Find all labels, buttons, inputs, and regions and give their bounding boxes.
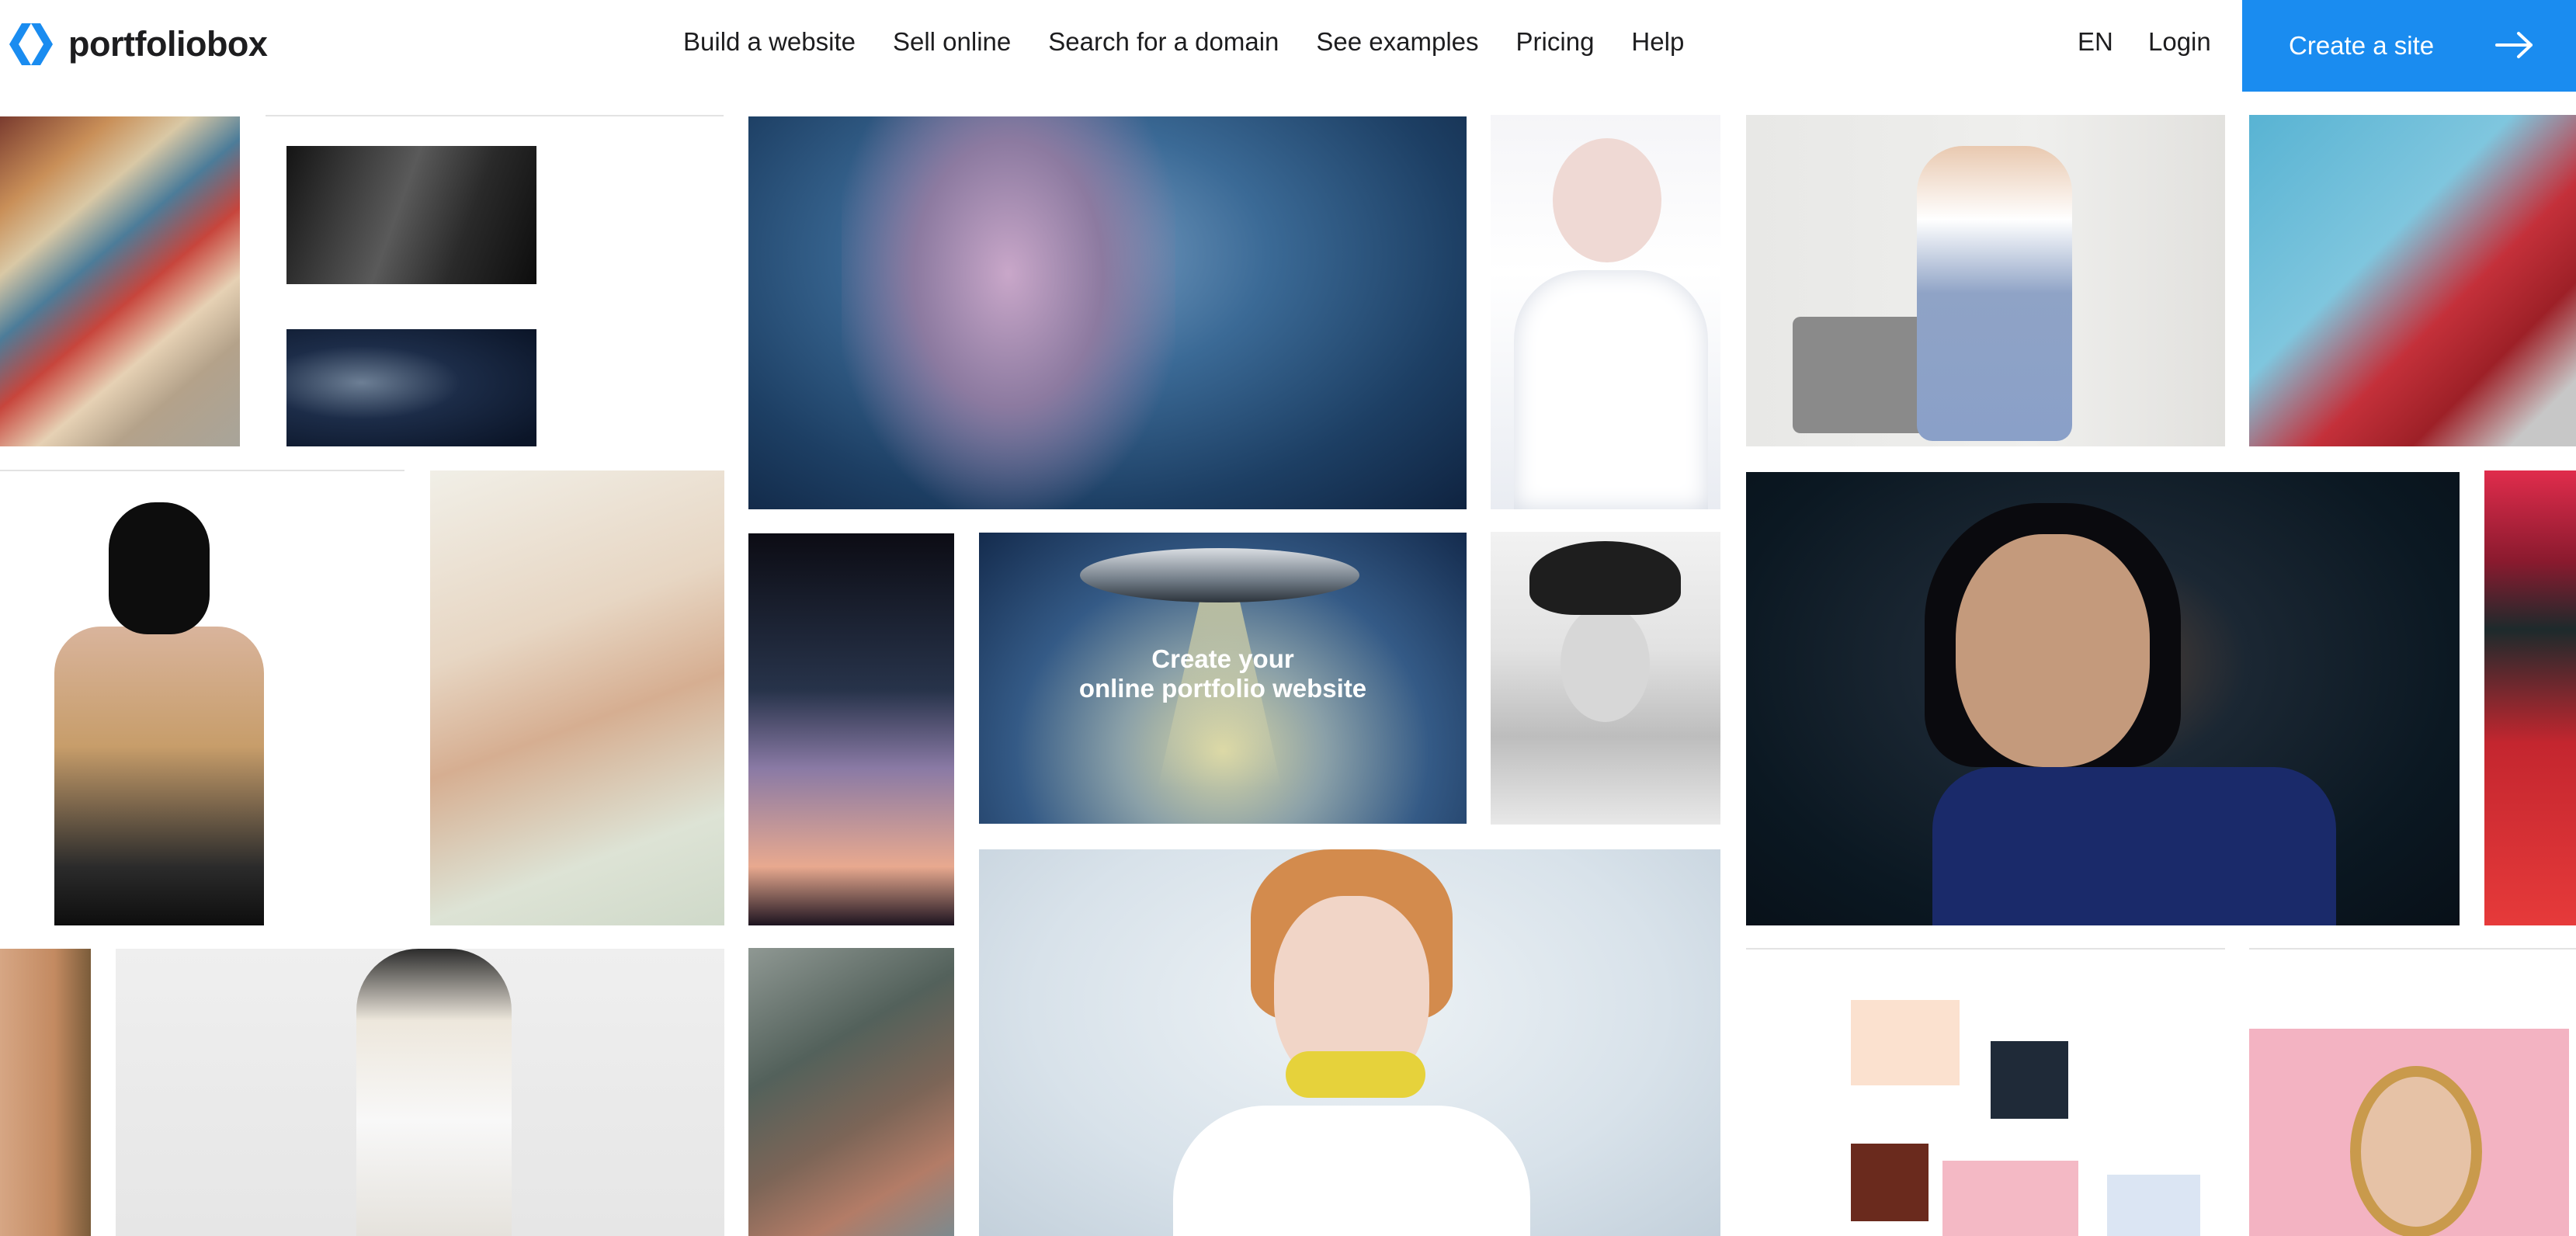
nav-sell-online[interactable]: Sell online — [893, 27, 1011, 57]
arrow-right-icon — [2495, 32, 2533, 58]
gallery-site-preview-mirror[interactable] — [2249, 948, 2576, 1236]
nav-see-examples[interactable]: See examples — [1316, 27, 1478, 57]
gallery-image-masked-model[interactable] — [0, 470, 404, 925]
hero-title: Create your online portfolio website — [979, 644, 1467, 703]
nav-pricing[interactable]: Pricing — [1516, 27, 1595, 57]
illustration-thumb — [1851, 1144, 1929, 1221]
choker-shape — [1286, 1051, 1425, 1098]
torso-shape — [54, 627, 264, 925]
gallery-image-blonde-hat[interactable] — [1491, 532, 1720, 825]
illustration-thumb — [1991, 1041, 2068, 1119]
coat-shape — [1514, 270, 1708, 509]
face-shape — [1561, 606, 1650, 722]
head-shape — [109, 502, 210, 634]
login-link[interactable]: Login — [2148, 0, 2211, 84]
face-shape — [1956, 534, 2150, 767]
model-shape — [356, 949, 512, 1236]
hat-shape — [1529, 541, 1681, 615]
gallery-image-white-coat[interactable] — [1491, 115, 1720, 509]
figure-shape — [842, 116, 1175, 509]
nav-search-domain[interactable]: Search for a domain — [1048, 27, 1279, 57]
create-site-button[interactable]: Create a site — [2242, 0, 2576, 92]
language-selector[interactable]: EN — [2078, 0, 2113, 84]
gallery-image-neon[interactable] — [2484, 470, 2576, 925]
illustration-thumb — [2107, 1175, 2200, 1236]
hero-title-line1: Create your — [1151, 644, 1294, 673]
model-shape — [1917, 146, 2072, 441]
nav-build-website[interactable]: Build a website — [683, 27, 856, 57]
hand-mirror-shape — [2350, 1066, 2482, 1236]
preview-bw-image — [286, 146, 536, 284]
create-site-label: Create a site — [2289, 31, 2435, 60]
page: portfoliobox Build a website Sell online… — [0, 0, 2576, 1236]
illustration-thumb — [1942, 1161, 2078, 1236]
nav-help[interactable]: Help — [1631, 27, 1684, 57]
hero-ufo-tile[interactable]: Create your online portfolio website — [979, 533, 1467, 824]
gallery-image-photographer[interactable] — [748, 948, 954, 1236]
preview-blue-image — [286, 329, 536, 446]
gallery-site-preview-photo[interactable] — [266, 115, 724, 446]
gallery-image-telephone-portrait[interactable] — [748, 116, 1467, 509]
gallery-image-dark-portrait[interactable] — [1746, 472, 2460, 925]
gallery-image-dried-plants[interactable] — [0, 949, 91, 1236]
face-shape — [1553, 138, 1661, 262]
gallery-image-singer[interactable] — [748, 533, 954, 925]
site-header: portfoliobox Build a website Sell online… — [0, 0, 2576, 92]
gallery-image-pale-portrait[interactable] — [430, 470, 724, 925]
ufo-saucer-shape — [1080, 548, 1359, 602]
illustration-thumb — [1851, 1000, 1960, 1085]
hero-title-line2: online portfolio website — [1078, 674, 1367, 703]
gallery-image-sitting-model[interactable] — [1746, 115, 2225, 446]
brand-name: portfoliobox — [68, 24, 268, 64]
main-nav: Build a website Sell online Search for a… — [683, 0, 1721, 84]
gallery-site-preview-illustration[interactable] — [1746, 948, 2225, 1236]
brand-logo[interactable]: portfoliobox — [8, 20, 268, 68]
arm-shape — [1932, 767, 2336, 925]
gallery-image-model-with-dog[interactable] — [116, 949, 724, 1236]
gallery-image-choker-portrait[interactable] — [979, 849, 1720, 1236]
gallery-image-collage[interactable] — [0, 116, 240, 446]
portfoliobox-logo-icon — [9, 23, 53, 65]
gallery-image-vintage-cars[interactable] — [2249, 115, 2576, 446]
shirt-shape — [1173, 1106, 1530, 1236]
